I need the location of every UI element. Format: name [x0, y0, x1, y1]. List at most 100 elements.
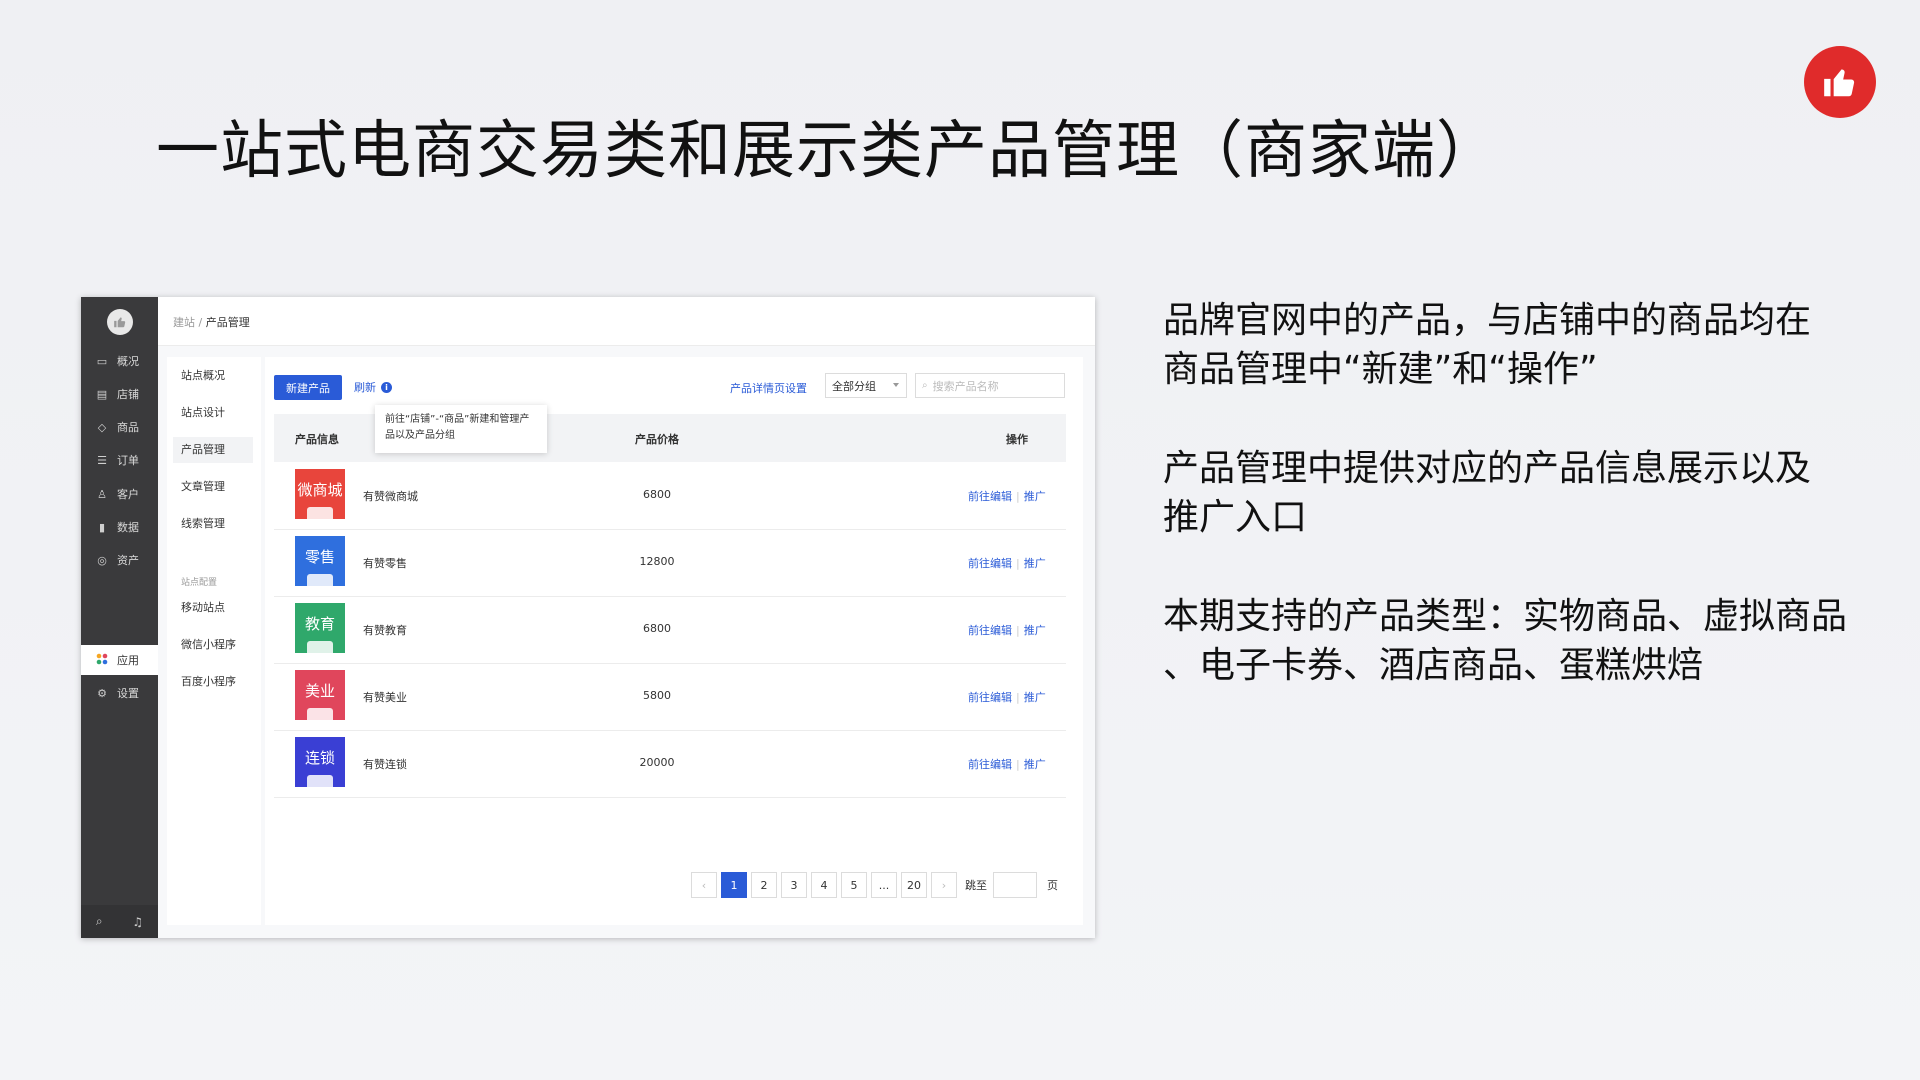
search-icon: ⌕ [922, 380, 928, 391]
subnav-group-label: 站点配置 [181, 578, 218, 588]
table-row: 零售 有赞零售 12800 前往编辑 | 推广 [274, 529, 1066, 597]
info-icon[interactable]: i [381, 381, 392, 393]
gear-icon: ⚙ [97, 686, 107, 700]
edit-link[interactable]: 前往编辑 [968, 691, 1012, 704]
new-product-button[interactable]: 新建产品 [274, 375, 342, 400]
sidebar-item-settings[interactable]: ⚙ 设置 [81, 678, 158, 708]
subnav-item-wechat-miniprogram[interactable]: 微信小程序 [173, 632, 253, 658]
monitor-icon: ▭ [96, 354, 108, 368]
jump-label: 跳至 [965, 879, 987, 892]
secondary-nav: 站点概况 站点设计 产品管理 文章管理 线索管理 站点配置 移动站点 微信小程序… [167, 357, 261, 925]
page-button-1[interactable]: 1 [721, 872, 747, 898]
subnav-item-lead-management[interactable]: 线索管理 [173, 511, 253, 537]
subnav-item-baidu-miniprogram[interactable]: 百度小程序 [173, 669, 253, 695]
product-name: 有赞连锁 [363, 758, 407, 771]
sidebar-item-overview[interactable]: ▭ 概况 [81, 346, 158, 376]
table-row: 美业 有赞美业 5800 前往编辑 | 推广 [274, 663, 1066, 731]
row-actions: 前往编辑 | 推广 [968, 691, 1046, 704]
thumbs-up-icon [1804, 46, 1876, 118]
product-price: 12800 [639, 555, 675, 568]
product-search-input[interactable]: ⌕ 搜索产品名称 [915, 373, 1065, 398]
refresh-link[interactable]: 刷新 i [354, 379, 392, 395]
subnav-item-site-overview[interactable]: 站点概况 [173, 363, 253, 389]
product-price: 5800 [643, 689, 671, 702]
bell-icon[interactable]: ♫ [132, 915, 143, 929]
table-row: 连锁 有赞连锁 20000 前往编辑 | 推广 [274, 730, 1066, 798]
sidebar-item-customers[interactable]: ♙ 客户 [81, 479, 158, 509]
header-product-price: 产品价格 [635, 433, 679, 446]
product-thumbnail: 连锁 [295, 737, 345, 787]
promote-link[interactable]: 推广 [1024, 557, 1046, 570]
sidebar-item-orders[interactable]: ☰ 订单 [81, 445, 158, 475]
description-paragraph-2: 产品管理中提供对应的产品信息展示以及 推广入口 [1163, 448, 1812, 538]
list-icon: ☰ [97, 453, 107, 467]
logo-icon[interactable] [107, 309, 133, 335]
pagination: ‹ 1 2 3 4 5 ... 20 › 跳至 页 [691, 872, 1064, 898]
bar-chart-icon: ▮ [98, 520, 106, 534]
table-row: 教育 有赞教育 6800 前往编辑 | 推广 [274, 596, 1066, 664]
description-paragraph-1: 品牌官网中的产品，与店铺中的商品均在 商品管理中“新建”和“操作” [1163, 300, 1812, 390]
product-thumbnail: 微商城 [295, 469, 345, 519]
subnav-item-site-design[interactable]: 站点设计 [173, 400, 253, 426]
topbar: 建站 / 产品管理 [158, 297, 1095, 346]
row-actions: 前往编辑 | 推广 [968, 758, 1046, 771]
breadcrumb-current: 产品管理 [205, 316, 250, 329]
edit-link[interactable]: 前往编辑 [968, 557, 1012, 570]
table-row: 微商城 有赞微商城 6800 前往编辑 | 推广 [274, 462, 1066, 530]
promote-link[interactable]: 推广 [1024, 691, 1046, 704]
promote-link[interactable]: 推广 [1024, 490, 1046, 503]
promote-link[interactable]: 推广 [1024, 624, 1046, 637]
search-icon[interactable]: ⌕ [96, 914, 103, 929]
page-button-20[interactable]: 20 [901, 872, 927, 898]
slide-title: 一站式电商交易类和展示类产品管理（商家端） [156, 114, 1500, 187]
page-button-4[interactable]: 4 [811, 872, 837, 898]
product-thumbnail: 零售 [295, 536, 345, 586]
sidebar-item-goods[interactable]: ◇ 商品 [81, 412, 158, 442]
row-actions: 前往编辑 | 推广 [968, 624, 1046, 637]
product-name: 有赞微商城 [363, 490, 418, 503]
subnav-item-mobile-site[interactable]: 移动站点 [173, 595, 253, 621]
sidebar-item-data[interactable]: ▮ 数据 [81, 512, 158, 542]
description-paragraph-3: 本期支持的产品类型：实物商品、虚拟商品 、电子卡券、酒店商品、蛋糕烘焙 [1163, 596, 1848, 686]
header-product-info: 产品信息 [295, 433, 339, 446]
coin-icon: ◎ [97, 553, 107, 567]
product-price: 20000 [639, 756, 675, 769]
product-list-panel: 新建产品 刷新 i 前往“店铺”-“商品”新建和管理产品以及产品分组 产品详情页… [265, 357, 1083, 925]
product-price: 6800 [643, 622, 671, 635]
product-price: 6800 [643, 488, 671, 501]
page-button-3[interactable]: 3 [781, 872, 807, 898]
group-filter-select[interactable]: 全部分组 [825, 373, 907, 398]
product-name: 有赞美业 [363, 691, 407, 704]
subnav-item-product-management[interactable]: 产品管理 [173, 437, 253, 463]
page-button-5[interactable]: 5 [841, 872, 867, 898]
sidebar-item-apps[interactable]: 应用 [81, 645, 158, 675]
app-screenshot: ▭ 概况 ▤ 店铺 ◇ 商品 ☰ 订单 ♙ 客户 ▮ 数据 ◎ 资产 应用 ⚙ 设置 ⌕ [81, 297, 1095, 938]
header-operations: 操作 [1006, 433, 1028, 446]
jump-page-input[interactable] [993, 872, 1037, 898]
main-sidebar: ▭ 概况 ▤ 店铺 ◇ 商品 ☰ 订单 ♙ 客户 ▮ 数据 ◎ 资产 应用 ⚙ 设置 ⌕ [81, 297, 158, 938]
product-name: 有赞零售 [363, 557, 407, 570]
edit-link[interactable]: 前往编辑 [968, 624, 1012, 637]
edit-link[interactable]: 前往编辑 [968, 758, 1012, 771]
product-thumbnail: 教育 [295, 603, 345, 653]
breadcrumb: 建站 / 产品管理 [173, 316, 250, 329]
edit-link[interactable]: 前往编辑 [968, 490, 1012, 503]
page-ellipsis[interactable]: ... [871, 872, 897, 898]
sidebar-footer: ⌕ ♫ [81, 905, 158, 938]
breadcrumb-parent[interactable]: 建站 [173, 316, 195, 329]
page-button-2[interactable]: 2 [751, 872, 777, 898]
promote-link[interactable]: 推广 [1024, 758, 1046, 771]
detail-page-settings-link[interactable]: 产品详情页设置 [730, 380, 807, 396]
subnav-item-article-management[interactable]: 文章管理 [173, 474, 253, 500]
next-page-button[interactable]: › [931, 872, 957, 898]
row-actions: 前往编辑 | 推广 [968, 557, 1046, 570]
user-icon: ♙ [97, 487, 107, 501]
refresh-tooltip: 前往“店铺”-“商品”新建和管理产品以及产品分组 [375, 405, 547, 453]
sidebar-item-assets[interactable]: ◎ 资产 [81, 545, 158, 575]
page-suffix: 页 [1047, 879, 1058, 892]
sidebar-item-store[interactable]: ▤ 店铺 [81, 379, 158, 409]
tag-icon: ◇ [97, 420, 107, 434]
product-thumbnail: 美业 [295, 670, 345, 720]
row-actions: 前往编辑 | 推广 [968, 490, 1046, 503]
prev-page-button[interactable]: ‹ [691, 872, 717, 898]
